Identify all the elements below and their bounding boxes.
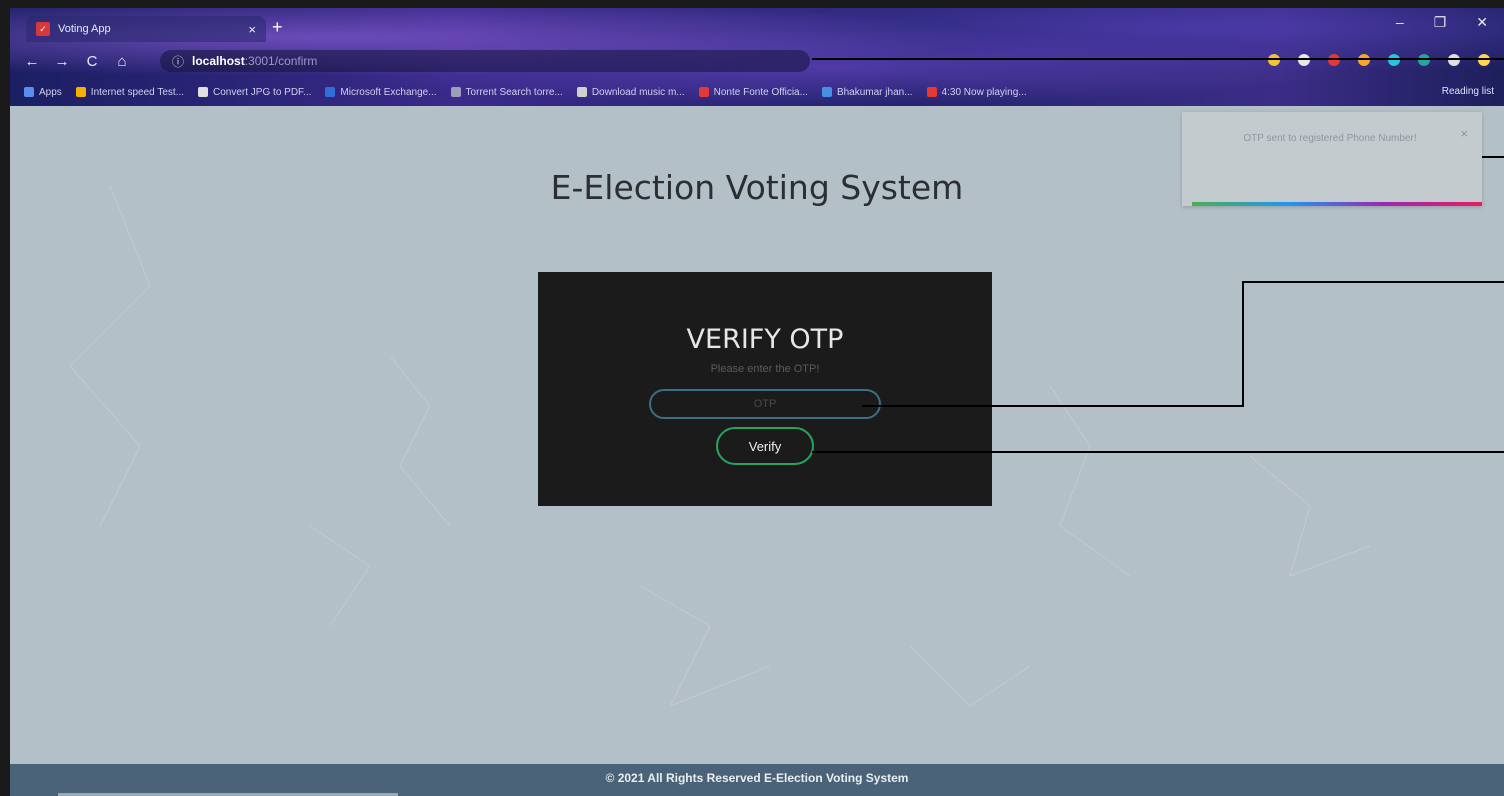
globe-icon [821, 87, 832, 97]
bookmark-label: Internet speed Test... [90, 86, 185, 98]
bookmark-label: Download music m... [591, 86, 685, 98]
address-row: ← → C ⌂ ⓘ localhost :3001/confirm [10, 46, 1504, 76]
bookmark-label: 4:30 Now playing... [941, 86, 1027, 98]
bookmark-label: Apps [39, 86, 62, 98]
toast-progress-bar [1192, 202, 1482, 206]
browser-tab[interactable]: ✓ Voting App × [26, 16, 266, 42]
profile-avatar-icon[interactable] [1478, 54, 1490, 66]
site-info-icon[interactable]: ⓘ [172, 53, 184, 70]
apps-grid-icon [24, 87, 34, 97]
reload-icon[interactable]: C [84, 53, 100, 70]
bookmark-label: Torrent Search torre... [465, 86, 563, 98]
tab-close-icon[interactable]: × [248, 22, 256, 37]
voting-app-favicon-icon: ✓ [36, 22, 50, 36]
browser-chrome: ✓ Voting App × + – ❐ ✕ ← → C ⌂ ⓘ localho… [10, 8, 1504, 106]
bookmark-item[interactable]: Microsoft Exchange... [325, 86, 437, 98]
forward-icon[interactable]: → [54, 53, 70, 70]
page-content: E-Election Voting System VERIFY OTP Plea… [10, 106, 1504, 764]
extension-icon[interactable] [1448, 54, 1460, 66]
speedtest-icon [75, 87, 86, 97]
youtube-icon [698, 87, 709, 97]
extension-icon[interactable] [1298, 54, 1310, 66]
exchange-icon [325, 87, 336, 97]
otp-input[interactable] [649, 389, 881, 419]
bookmark-label: Bhakumar jhan... [836, 86, 913, 98]
footer: © 2021 All Rights Reserved E-Election Vo… [10, 764, 1504, 796]
extensions-area [1268, 54, 1490, 66]
minimize-icon[interactable]: – [1396, 14, 1404, 31]
bookmark-apps[interactable]: Apps [24, 87, 62, 98]
bookmark-label: Microsoft Exchange... [340, 86, 437, 98]
verify-button[interactable]: Verify [716, 427, 814, 465]
reading-list[interactable]: Reading list [1442, 86, 1494, 97]
bookmark-item[interactable]: Nonte Fonte Officia... [698, 86, 808, 98]
extension-icon[interactable] [1418, 54, 1430, 66]
bookmark-label: Nonte Fonte Officia... [713, 86, 808, 98]
extension-icon[interactable] [1328, 54, 1340, 66]
browser-window: ✓ Voting App × + – ❐ ✕ ← → C ⌂ ⓘ localho… [10, 8, 1504, 796]
card-subtitle: Please enter the OTP! [710, 363, 820, 375]
back-icon[interactable]: ← [24, 53, 40, 70]
torrent-icon [450, 87, 461, 97]
footer-text: © 2021 All Rights Reserved E-Election Vo… [605, 771, 909, 785]
verify-otp-card: VERIFY OTP Please enter the OTP! Verify [538, 272, 992, 506]
extension-icon[interactable] [1358, 54, 1370, 66]
window-controls: – ❐ ✕ [1396, 14, 1488, 31]
youtube-icon [926, 87, 937, 97]
new-tab-icon[interactable]: + [272, 17, 283, 38]
card-heading: VERIFY OTP [686, 324, 844, 355]
home-icon[interactable]: ⌂ [114, 53, 130, 70]
bookmark-item[interactable]: Bhakumar jhan... [821, 86, 913, 98]
extension-icon[interactable] [1268, 54, 1280, 66]
url-path: :3001/confirm [244, 54, 318, 68]
tab-title: Voting App [58, 23, 111, 35]
convert-icon [198, 87, 209, 97]
otp-sent-toast: OTP sent to registered Phone Number! × [1182, 112, 1482, 206]
music-icon [576, 87, 587, 97]
maximize-icon[interactable]: ❐ [1434, 14, 1447, 31]
bookmark-item[interactable]: Internet speed Test... [75, 86, 185, 98]
bookmark-item[interactable]: Torrent Search torre... [450, 86, 563, 98]
bookmark-item[interactable]: 4:30 Now playing... [926, 86, 1027, 98]
extension-icon[interactable] [1388, 54, 1400, 66]
tab-strip: ✓ Voting App × + – ❐ ✕ [10, 8, 1504, 42]
url-host: localhost [192, 54, 245, 68]
bookmark-item[interactable]: Download music m... [576, 86, 685, 98]
address-bar[interactable]: ⓘ localhost :3001/confirm [160, 50, 810, 72]
bookmark-item[interactable]: Convert JPG to PDF... [198, 87, 311, 98]
close-window-icon[interactable]: ✕ [1476, 14, 1488, 31]
toast-message: OTP sent to registered Phone Number! [1243, 133, 1417, 144]
bookmark-label: Convert JPG to PDF... [213, 86, 312, 98]
bookmarks-bar: Apps Internet speed Test... Convert JPG … [10, 80, 1504, 104]
toast-close-icon[interactable]: × [1460, 126, 1468, 141]
